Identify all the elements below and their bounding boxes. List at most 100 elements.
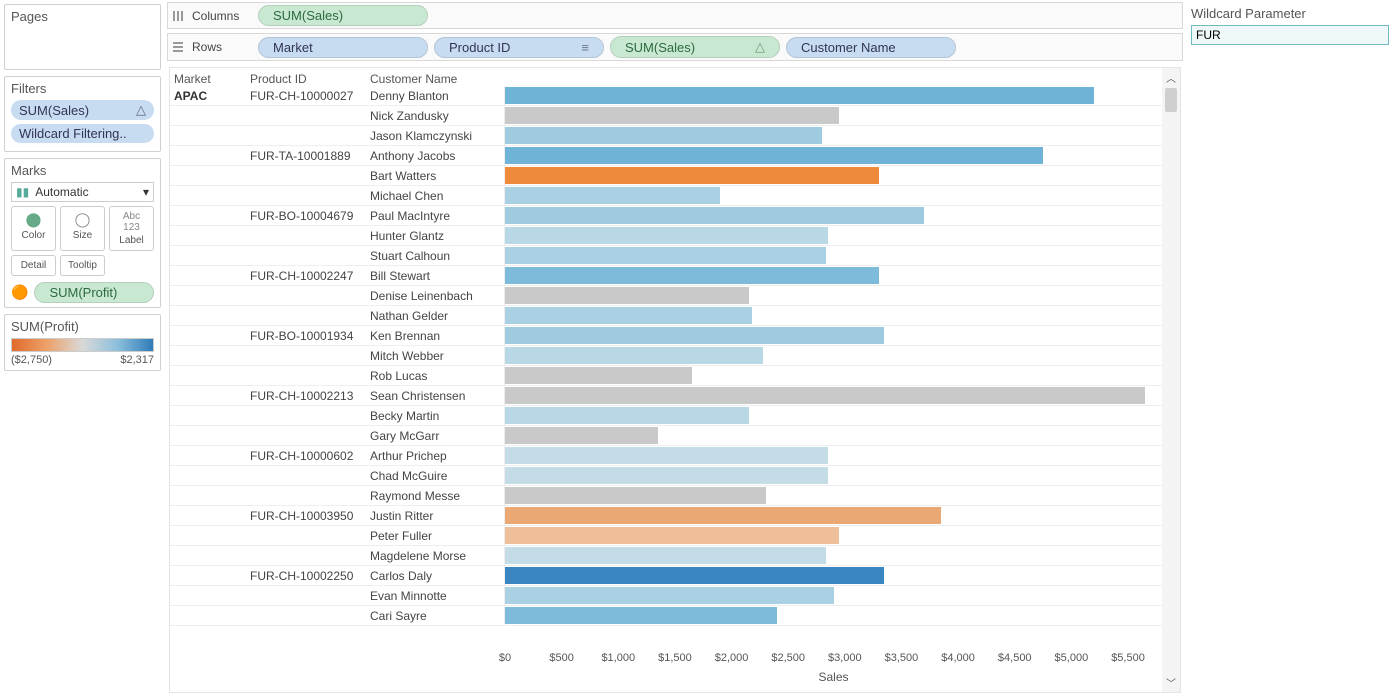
bar[interactable] (505, 207, 924, 224)
bar-cell[interactable] (505, 566, 1162, 586)
table-row: FUR-CH-10002250Carlos Daly (170, 566, 1162, 586)
bar[interactable] (505, 247, 826, 264)
table-row: Bart Watters (170, 166, 1162, 186)
bar-cell[interactable] (505, 226, 1162, 246)
marks-size-button[interactable]: ◯Size (60, 206, 105, 251)
rows-label: Rows (192, 40, 252, 54)
bar-cell[interactable] (505, 466, 1162, 486)
bar[interactable] (505, 407, 749, 424)
marks-detail-button[interactable]: Detail (11, 255, 56, 276)
bar[interactable] (505, 487, 766, 504)
bar-cell[interactable] (505, 206, 1162, 226)
product-cell (250, 406, 370, 426)
bar[interactable] (505, 427, 658, 444)
customer-cell: Bart Watters (370, 166, 505, 186)
bar[interactable] (505, 447, 828, 464)
rows-pill-customer-name[interactable]: Customer Name (786, 37, 956, 58)
bar[interactable] (505, 107, 839, 124)
bar[interactable] (505, 587, 834, 604)
bar-cell[interactable] (505, 486, 1162, 506)
header-customer[interactable]: Customer Name (370, 72, 505, 86)
bar[interactable] (505, 187, 720, 204)
legend-gradient[interactable] (11, 338, 154, 352)
marks-type-dropdown[interactable]: ▮▮ Automatic ▾ (11, 182, 154, 202)
bar-cell[interactable] (505, 526, 1162, 546)
scroll-thumb[interactable] (1165, 88, 1177, 112)
bar[interactable] (505, 367, 692, 384)
bar-cell[interactable] (505, 446, 1162, 466)
product-cell: FUR-CH-10002250 (250, 566, 370, 586)
bar[interactable] (505, 87, 1094, 104)
bar[interactable] (505, 167, 879, 184)
scroll-up-icon[interactable]: ︿ (1166, 70, 1176, 85)
bar[interactable] (505, 327, 884, 344)
filter-wildcard[interactable]: Wildcard Filtering.. (11, 124, 154, 143)
rows-shelf[interactable]: Rows Market Product ID≡ SUM(Sales)△ Cust… (167, 33, 1183, 61)
bar[interactable] (505, 147, 1043, 164)
filters-shelf[interactable]: Filters SUM(Sales) △ Wildcard Filtering.… (4, 76, 161, 152)
bar[interactable] (505, 567, 884, 584)
bar-cell[interactable] (505, 126, 1162, 146)
scroll-down-icon[interactable]: ﹀ (1166, 675, 1176, 690)
bar-cell[interactable] (505, 86, 1162, 106)
color-legend: SUM(Profit) ($2,750) $2,317 (4, 314, 161, 371)
bar-cell[interactable] (505, 546, 1162, 566)
bar[interactable] (505, 527, 839, 544)
bar-cell[interactable] (505, 246, 1162, 266)
bar-cell[interactable] (505, 586, 1162, 606)
marks-color-button[interactable]: ⬤Color (11, 206, 56, 251)
customer-cell: Peter Fuller (370, 526, 505, 546)
rows-pill-market[interactable]: Market (258, 37, 428, 58)
axis-tick: $4,500 (998, 652, 1032, 664)
market-cell (170, 326, 250, 346)
rows-pill-product-id[interactable]: Product ID≡ (434, 37, 604, 58)
bar[interactable] (505, 227, 828, 244)
table-row: FUR-CH-10002213Sean Christensen (170, 386, 1162, 406)
table-row: Raymond Messe (170, 486, 1162, 506)
bar[interactable] (505, 547, 826, 564)
size-icon: ◯ (63, 211, 102, 228)
bar-cell[interactable] (505, 606, 1162, 626)
bar[interactable] (505, 307, 752, 324)
product-cell (250, 586, 370, 606)
bar-cell[interactable] (505, 286, 1162, 306)
bar[interactable] (505, 347, 763, 364)
marks-tooltip-button[interactable]: Tooltip (60, 255, 105, 276)
bar-cell[interactable] (505, 506, 1162, 526)
vertical-scrollbar[interactable]: ︿ ﹀ (1162, 68, 1180, 692)
bar-cell[interactable] (505, 426, 1162, 446)
bar[interactable] (505, 607, 777, 624)
bar-cell[interactable] (505, 386, 1162, 406)
rows-pill-sum-sales[interactable]: SUM(Sales)△ (610, 36, 780, 58)
columns-shelf[interactable]: Columns SUM(Sales) (167, 2, 1183, 29)
table-row: Mitch Webber (170, 346, 1162, 366)
wildcard-parameter-input[interactable] (1191, 25, 1389, 45)
bar-cell[interactable] (505, 306, 1162, 326)
bar-cell[interactable] (505, 166, 1162, 186)
bar[interactable] (505, 267, 879, 284)
bar[interactable] (505, 127, 822, 144)
marks-label-button[interactable]: Abc123Label (109, 206, 154, 251)
bar-cell[interactable] (505, 326, 1162, 346)
bar[interactable] (505, 467, 828, 484)
bar[interactable] (505, 287, 749, 304)
bar[interactable] (505, 387, 1145, 404)
bar-cell[interactable] (505, 186, 1162, 206)
bar-cell[interactable] (505, 106, 1162, 126)
parameter-card: Wildcard Parameter (1191, 6, 1389, 45)
header-product[interactable]: Product ID (250, 72, 370, 86)
market-cell (170, 186, 250, 206)
table-row: Hunter Glantz (170, 226, 1162, 246)
color-pill-sum-profit[interactable]: SUM(Profit) (34, 282, 154, 303)
bar[interactable] (505, 507, 941, 524)
bar-cell[interactable] (505, 406, 1162, 426)
bar-cell[interactable] (505, 146, 1162, 166)
table-row: FUR-BO-10004679Paul MacIntyre (170, 206, 1162, 226)
filter-sum-sales[interactable]: SUM(Sales) △ (11, 100, 154, 120)
columns-pill-sum-sales[interactable]: SUM(Sales) (258, 5, 428, 26)
bar-cell[interactable] (505, 346, 1162, 366)
pages-shelf[interactable]: Pages (4, 4, 161, 70)
bar-cell[interactable] (505, 366, 1162, 386)
header-market[interactable]: Market (170, 72, 250, 86)
bar-cell[interactable] (505, 266, 1162, 286)
